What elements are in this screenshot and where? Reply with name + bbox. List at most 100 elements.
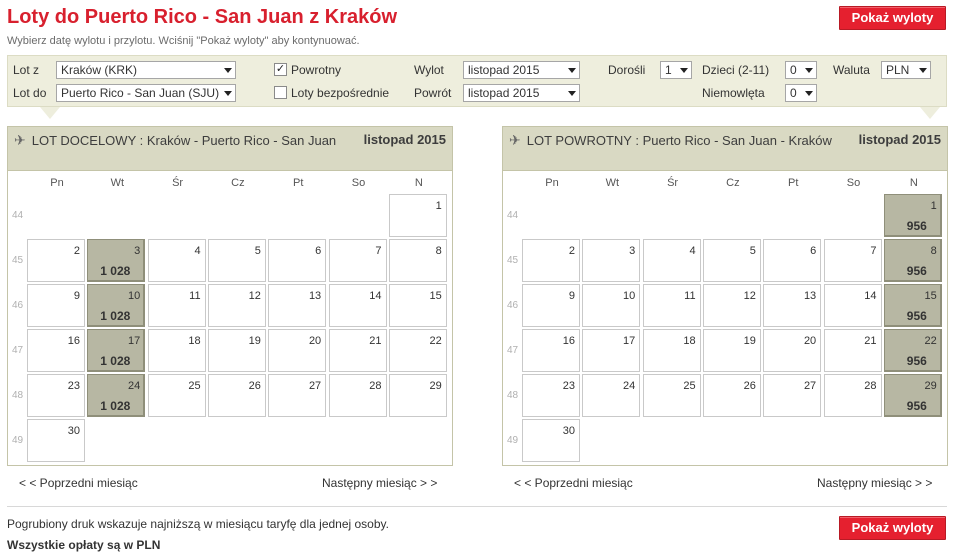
show-flights-button-top[interactable]: Pokaż wyloty (839, 6, 946, 30)
day-number: 13 (803, 290, 817, 302)
calendar-day[interactable]: 27 (763, 374, 822, 417)
calendar-day[interactable]: 9 (522, 284, 580, 327)
calendar-day-with-fare[interactable]: 29 956 (883, 374, 942, 417)
calendar-day[interactable]: 18 (642, 329, 701, 372)
calendar-day[interactable]: 14 (823, 284, 882, 327)
calendar-day-with-fare[interactable]: 1 956 (883, 194, 942, 237)
day-number: 3 (134, 245, 141, 257)
divider (7, 506, 947, 507)
calendar-day[interactable]: 10 (582, 284, 641, 327)
calendar-day[interactable]: 26 (207, 374, 266, 417)
children-select[interactable]: 0 (785, 61, 817, 79)
calendar-day[interactable]: 6 (763, 239, 822, 282)
from-select[interactable]: Kraków (KRK) (56, 61, 236, 79)
calendar-day[interactable]: 27 (268, 374, 327, 417)
calendar-day[interactable]: 13 (763, 284, 822, 327)
to-select-value: Puerto Rico - San Juan (SJU) (61, 86, 220, 100)
calendar-day[interactable]: 25 (147, 374, 206, 417)
day-number: 18 (188, 335, 201, 347)
outbound-next-month-link[interactable]: Następny miesiąc > > (322, 476, 437, 490)
return-prev-month-link[interactable]: < < Poprzedni miesiąc (514, 476, 633, 490)
calendar-day[interactable]: 25 (642, 374, 701, 417)
day-number: 25 (188, 380, 201, 392)
return-month-select[interactable]: listopad 2015 (463, 84, 580, 102)
calendar-day[interactable]: 14 (328, 284, 387, 327)
return-month-value: listopad 2015 (468, 86, 540, 100)
calendar-day[interactable]: 3 (582, 239, 641, 282)
calendar-day[interactable]: 1 (388, 194, 447, 237)
calendar-day[interactable]: 2 (27, 239, 85, 282)
calendar-day[interactable]: 19 (207, 329, 266, 372)
return-checkbox[interactable]: ✓ (274, 63, 287, 76)
calendar-day[interactable]: 20 (268, 329, 327, 372)
week-number: 44 (507, 210, 519, 221)
calendar-day-with-fare[interactable]: 10 1 028 (87, 284, 146, 327)
calendar-day[interactable]: 24 (582, 374, 641, 417)
currency-select[interactable]: PLN (881, 61, 931, 79)
calendar-day[interactable]: 22 (388, 329, 447, 372)
adults-select[interactable]: 1 (660, 61, 692, 79)
calendar-day-with-fare[interactable]: 17 1 028 (87, 329, 146, 372)
calendar-day[interactable]: 9 (27, 284, 85, 327)
day-number: 14 (369, 290, 382, 302)
calendar-day[interactable]: 11 (642, 284, 701, 327)
depart-month-select[interactable]: listopad 2015 (463, 61, 580, 79)
calendar-day[interactable]: 28 (328, 374, 387, 417)
day-number: 15 (429, 290, 442, 302)
outbound-prev-month-link[interactable]: < < Poprzedni miesiąc (19, 476, 138, 490)
day-number: 6 (315, 245, 322, 257)
calendar-day[interactable]: 4 (147, 239, 206, 282)
calendar-day[interactable]: 29 (388, 374, 447, 417)
show-flights-button-bottom[interactable]: Pokaż wyloty (839, 516, 946, 540)
calendar-day[interactable]: 30 (27, 419, 85, 462)
calendar-day[interactable]: 16 (522, 329, 580, 372)
calendar-day-with-fare[interactable]: 15 956 (883, 284, 942, 327)
calendar-day[interactable]: 15 (388, 284, 447, 327)
calendar-day[interactable]: 17 (582, 329, 641, 372)
calendar-day[interactable]: 5 (702, 239, 761, 282)
weekday-label: N (909, 177, 918, 189)
calendar-day[interactable]: 19 (702, 329, 761, 372)
calendar-day[interactable]: 7 (328, 239, 387, 282)
chevron-down-icon (805, 91, 813, 96)
depart-label: Wylot (414, 63, 444, 77)
calendar-day[interactable]: 6 (268, 239, 327, 282)
calendar-day[interactable]: 4 (642, 239, 701, 282)
calendar-day[interactable]: 7 (823, 239, 882, 282)
calendar-day[interactable]: 13 (268, 284, 327, 327)
chevron-down-icon (224, 68, 232, 73)
return-label: Powrotny (291, 63, 342, 77)
calendar-day[interactable]: 21 (823, 329, 882, 372)
day-number: 27 (308, 380, 322, 392)
calendar-day[interactable]: 18 (147, 329, 206, 372)
calendar-day[interactable]: 12 (207, 284, 266, 327)
calendar-day[interactable]: 5 (207, 239, 266, 282)
calendar-day[interactable]: 20 (763, 329, 822, 372)
return-next-month-link[interactable]: Następny miesiąc > > (817, 476, 932, 490)
calendar-day[interactable]: 23 (27, 374, 85, 417)
fare-price: 956 (906, 264, 927, 278)
calendar-day[interactable]: 23 (522, 374, 580, 417)
calendar-day[interactable]: 12 (702, 284, 761, 327)
calendar-day[interactable]: 16 (27, 329, 85, 372)
day-number: 10 (128, 290, 141, 302)
calendar-day[interactable]: 21 (328, 329, 387, 372)
day-number: 21 (369, 335, 382, 347)
calendar-day[interactable]: 2 (522, 239, 580, 282)
calendar-day[interactable]: 28 (823, 374, 882, 417)
calendar-day[interactable]: 26 (702, 374, 761, 417)
day-number: 29 (429, 380, 442, 392)
day-number: 28 (369, 380, 382, 392)
calendar-day-with-fare[interactable]: 22 956 (883, 329, 942, 372)
calendar-day[interactable]: 11 (147, 284, 206, 327)
day-number: 18 (683, 335, 696, 347)
direct-checkbox[interactable] (274, 86, 287, 99)
infants-select[interactable]: 0 (785, 84, 817, 102)
return-calendar: ✈ LOT POWROTNY : Puerto Rico - San Juan -… (502, 126, 948, 466)
calendar-day-with-fare[interactable]: 31 028 (87, 239, 146, 282)
calendar-day[interactable]: 30 (522, 419, 580, 462)
calendar-day-with-fare[interactable]: 8 956 (883, 239, 942, 282)
to-select[interactable]: Puerto Rico - San Juan (SJU) (56, 84, 236, 102)
calendar-day-with-fare[interactable]: 24 1 028 (87, 374, 146, 417)
calendar-day[interactable]: 8 (388, 239, 447, 282)
